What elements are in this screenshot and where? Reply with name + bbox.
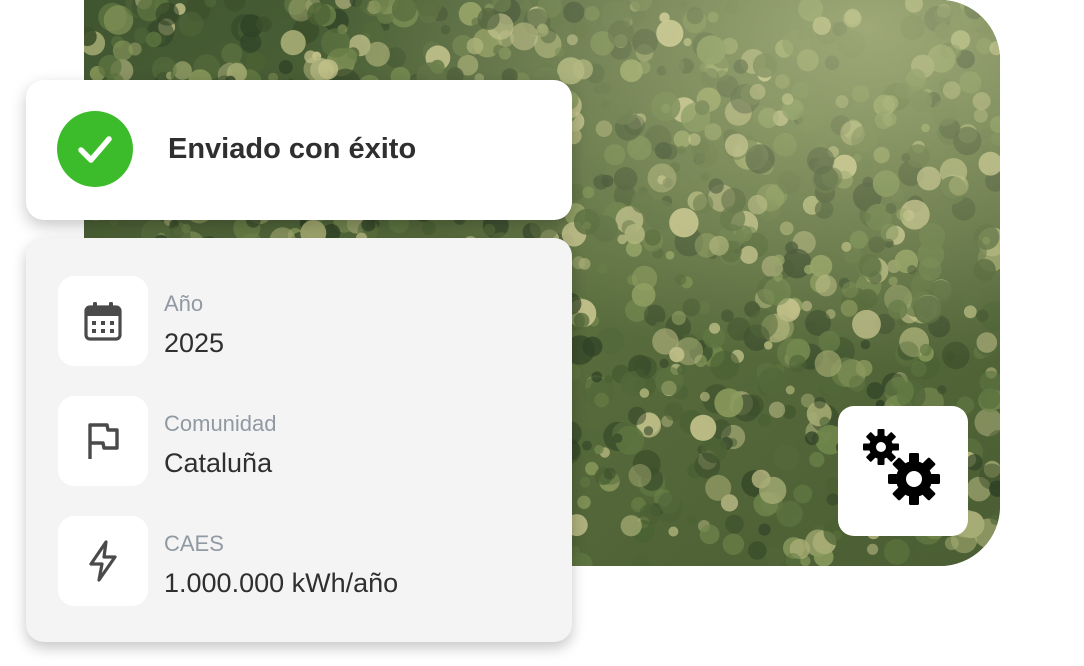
detail-row-year: Año 2025: [58, 276, 558, 366]
notification-message: Enviado con éxito: [168, 133, 417, 165]
details-panel: Año 2025 Comunidad Cataluña CAES 1.000.0…: [26, 238, 572, 642]
gears-icon: [863, 429, 940, 505]
check-icon: [57, 111, 133, 187]
success-notification: Enviado con éxito: [26, 80, 572, 220]
detail-row-community: Comunidad Cataluña: [58, 396, 558, 486]
calendar-icon: [58, 276, 148, 366]
detail-value: 2025: [164, 328, 225, 358]
lightning-icon: [58, 516, 148, 606]
detail-row-caes: CAES 1.000.000 kWh/año: [58, 516, 558, 606]
detail-label: Año: [164, 291, 204, 316]
detail-value: Cataluña: [164, 448, 273, 478]
flag-icon: [58, 396, 148, 486]
detail-label: CAES: [164, 531, 224, 556]
detail-label: Comunidad: [164, 411, 277, 436]
detail-value: 1.000.000 kWh/año: [164, 568, 399, 598]
settings-button[interactable]: [838, 406, 968, 536]
